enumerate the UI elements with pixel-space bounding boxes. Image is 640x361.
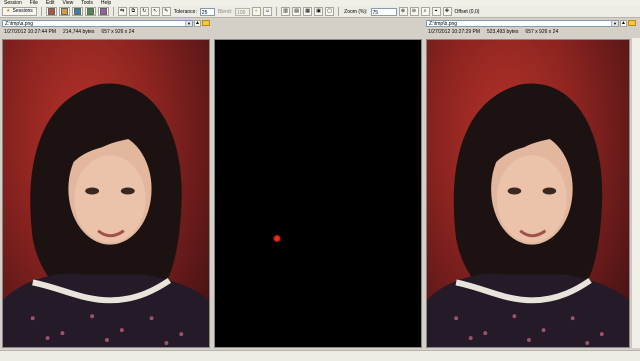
layout-icon: ▥ [283, 8, 289, 14]
left-size: 214,744 bytes [63, 29, 95, 35]
left-path-bar: Z:\tmp\a.png ▼ ▲ [2, 19, 210, 27]
left-image-pane[interactable] [2, 39, 210, 348]
right-image-pane[interactable] [426, 39, 630, 348]
status-bar [0, 350, 640, 361]
right-size: 523,493 bytes [487, 29, 519, 35]
tolerance-input[interactable]: 25 [199, 7, 215, 16]
right-info-bar: 1/27/2012 10:27:29 PM 523,493 bytes 657 … [428, 28, 558, 36]
right-folder-icon[interactable] [628, 20, 636, 26]
right-path-text: Z:\tmp\b.png [429, 20, 458, 27]
folder-compare-button[interactable] [58, 7, 70, 16]
layout-5-button[interactable]: ▢ [325, 7, 335, 16]
text-compare-icon [99, 8, 107, 15]
star-icon: ★ [6, 8, 11, 14]
sessions-label: Sessions [12, 8, 33, 14]
palette-icon: ◐ [255, 8, 259, 14]
vertical-scrollbar[interactable] [631, 38, 640, 348]
zoom-in-icon: ⊕ [400, 8, 406, 14]
crosshair-icon: ✥ [444, 8, 450, 14]
cursor-button[interactable]: ↖ [150, 7, 160, 16]
left-path-text: Z:\tmp\a.png [5, 20, 34, 27]
arrow-up-icon: ▲ [621, 19, 626, 26]
chevron-down-icon[interactable]: ▼ [185, 20, 192, 26]
right-path-bar: Z:\tmp\b.png ▼ ▲ [426, 19, 636, 27]
person-button[interactable]: ☺ [263, 7, 273, 16]
color-picker-button[interactable]: ◐ [252, 7, 262, 16]
layout-icon: ▣ [316, 8, 322, 14]
layout-icon: ▢ [327, 8, 333, 14]
home-button[interactable] [45, 7, 57, 16]
difference-pane[interactable] [214, 39, 422, 348]
copy-icon: ⧉ [131, 8, 136, 14]
left-up-button[interactable]: ▲ [194, 19, 201, 27]
edit-button[interactable]: ✎ [161, 7, 171, 16]
swap-button[interactable]: ⇆ [117, 7, 127, 16]
zoom-label: Zoom (%): [344, 8, 368, 15]
offset-button[interactable]: ✥ [442, 7, 452, 16]
toolbar: ★ Sessions ⇆ ⧉ ↻ ↖ ✎ Tolerance: 25 Blend… [0, 6, 640, 18]
picture-compare-icon [73, 8, 81, 15]
chevron-down-icon[interactable]: ▼ [611, 20, 618, 26]
swap-icon: ⇆ [120, 8, 125, 14]
right-up-button[interactable]: ▲ [620, 19, 627, 27]
text-compare-button[interactable] [97, 7, 109, 16]
offset-label: Offset (0,0) [454, 8, 480, 15]
refresh-icon: ↻ [142, 8, 147, 14]
right-date: 1/27/2012 10:27:29 PM [428, 29, 480, 35]
picture-compare-button[interactable] [71, 7, 83, 16]
right-path-input[interactable]: Z:\tmp\b.png ▼ [426, 19, 619, 27]
left-path-input[interactable]: Z:\tmp\a.png ▼ [2, 19, 193, 27]
layout-3-button[interactable]: ▦ [303, 7, 313, 16]
layout-2-button[interactable]: ▤ [292, 7, 302, 16]
zoom-reset-button[interactable]: ⌖ [431, 7, 441, 16]
separator [40, 7, 42, 16]
person-icon: ☺ [265, 8, 271, 14]
portrait-image [3, 83, 209, 347]
home-icon [47, 8, 55, 15]
left-dims: 657 x 926 x 24 [101, 29, 135, 35]
folder-compare-icon [60, 8, 68, 15]
hex-compare-icon [86, 8, 94, 15]
layout-4-button[interactable]: ▣ [314, 7, 324, 16]
hex-compare-button[interactable] [84, 7, 96, 16]
arrow-up-icon: ▲ [195, 19, 200, 26]
zoom-in-button[interactable]: ⊕ [398, 7, 408, 16]
sessions-button[interactable]: ★ Sessions [2, 7, 37, 16]
left-folder-icon[interactable] [202, 20, 210, 26]
cursor-icon: ↖ [153, 8, 158, 14]
separator [112, 7, 114, 16]
layout-icon: ▦ [305, 8, 311, 14]
zoom-reset-icon: ⌖ [434, 8, 438, 14]
zoom-fit-button[interactable]: ⌕ [420, 7, 430, 16]
zoom-out-icon: ⊖ [411, 8, 417, 14]
separator [338, 7, 340, 16]
copy-left-button[interactable]: ⧉ [128, 7, 138, 16]
layout-1-button[interactable]: ▥ [281, 7, 291, 16]
layout-icon: ▤ [294, 8, 300, 14]
right-dims: 657 x 926 x 24 [525, 29, 559, 35]
blend-label: Blend: [217, 8, 233, 15]
left-photo [3, 40, 209, 347]
zoom-out-button[interactable]: ⊖ [409, 7, 419, 16]
separator [276, 7, 278, 16]
difference-pixel [273, 235, 281, 242]
left-date: 1/27/2012 10:27:44 PM [4, 29, 56, 35]
zoom-fit-icon: ⌕ [423, 8, 427, 14]
left-info-bar: 1/27/2012 10:27:44 PM 214,744 bytes 657 … [4, 28, 134, 36]
zoom-select[interactable]: 75 [370, 7, 397, 16]
pencil-icon: ✎ [164, 8, 169, 14]
portrait-image [427, 83, 629, 347]
right-photo [427, 40, 629, 347]
tolerance-label: Tolerance: [173, 8, 197, 15]
refresh-button[interactable]: ↻ [139, 7, 149, 16]
blend-input[interactable]: 100 [235, 7, 251, 16]
